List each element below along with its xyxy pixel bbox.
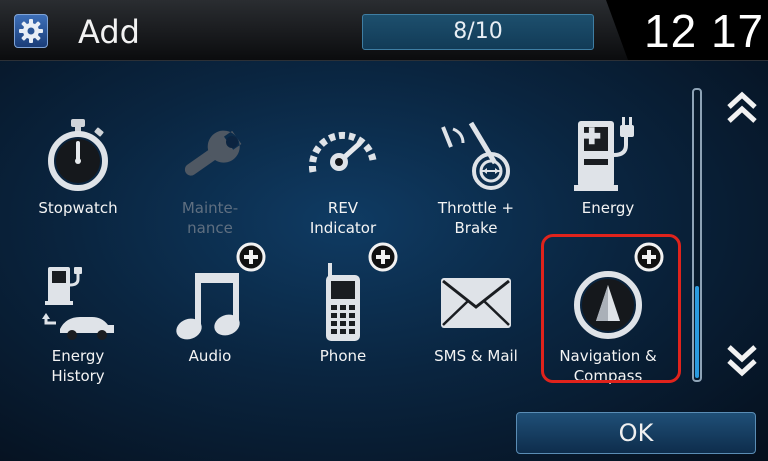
add-icon[interactable] xyxy=(368,242,398,272)
energy-history-icon xyxy=(42,267,114,340)
app-label: Stopwatch xyxy=(38,199,118,217)
app-label: SMS & Mail xyxy=(434,347,518,365)
app-tile-audio[interactable]: Audio xyxy=(146,258,274,398)
music-note-icon xyxy=(176,273,240,340)
page-indicator: 8/10 xyxy=(362,14,594,50)
settings-button[interactable] xyxy=(14,14,48,48)
app-tile-throttle-brake[interactable]: Throttle + Brake xyxy=(412,110,540,250)
envelope-icon xyxy=(441,278,511,328)
scrollbar[interactable] xyxy=(692,88,702,382)
app-tile-sms-mail[interactable]: SMS & Mail xyxy=(412,258,540,398)
throttle-brake-icon xyxy=(441,121,510,190)
double-chevron-down-icon xyxy=(727,345,757,377)
app-label: Mainte- nance xyxy=(181,199,239,237)
app-label: Energy xyxy=(581,199,635,217)
top-bar: Add 8/10 12 17 xyxy=(0,0,768,61)
clock: 12 17 xyxy=(644,5,765,57)
app-label: Throttle + Brake xyxy=(437,199,515,237)
app-label: Energy History xyxy=(51,347,105,385)
app-tile-energy[interactable]: Energy xyxy=(544,110,672,250)
app-tile-rev-indicator[interactable]: REV Indicator xyxy=(279,110,407,250)
double-chevron-up-icon xyxy=(727,91,757,123)
app-tile-phone[interactable]: Phone xyxy=(279,258,407,398)
selection-highlight xyxy=(541,234,681,383)
stopwatch-icon xyxy=(48,119,108,191)
add-icon[interactable] xyxy=(236,242,266,272)
phone-icon xyxy=(326,263,360,341)
ok-button[interactable]: OK xyxy=(516,412,756,454)
scroll-up-button[interactable] xyxy=(722,88,762,128)
app-tile-energy-history[interactable]: Energy History xyxy=(14,258,142,398)
app-tile-stopwatch[interactable]: Stopwatch xyxy=(14,110,142,250)
gear-icon xyxy=(19,19,43,43)
app-tile-maintenance: Mainte- nance xyxy=(146,110,274,250)
wrench-icon xyxy=(184,130,242,176)
scrollbar-thumb[interactable] xyxy=(695,286,699,378)
scroll-down-button[interactable] xyxy=(722,340,762,380)
page-title: Add xyxy=(78,13,140,51)
app-label: Audio xyxy=(188,347,232,365)
fuel-plug-icon xyxy=(574,117,634,191)
app-label: Phone xyxy=(319,347,367,365)
gauge-icon xyxy=(308,131,377,173)
app-label: REV Indicator xyxy=(309,199,377,237)
